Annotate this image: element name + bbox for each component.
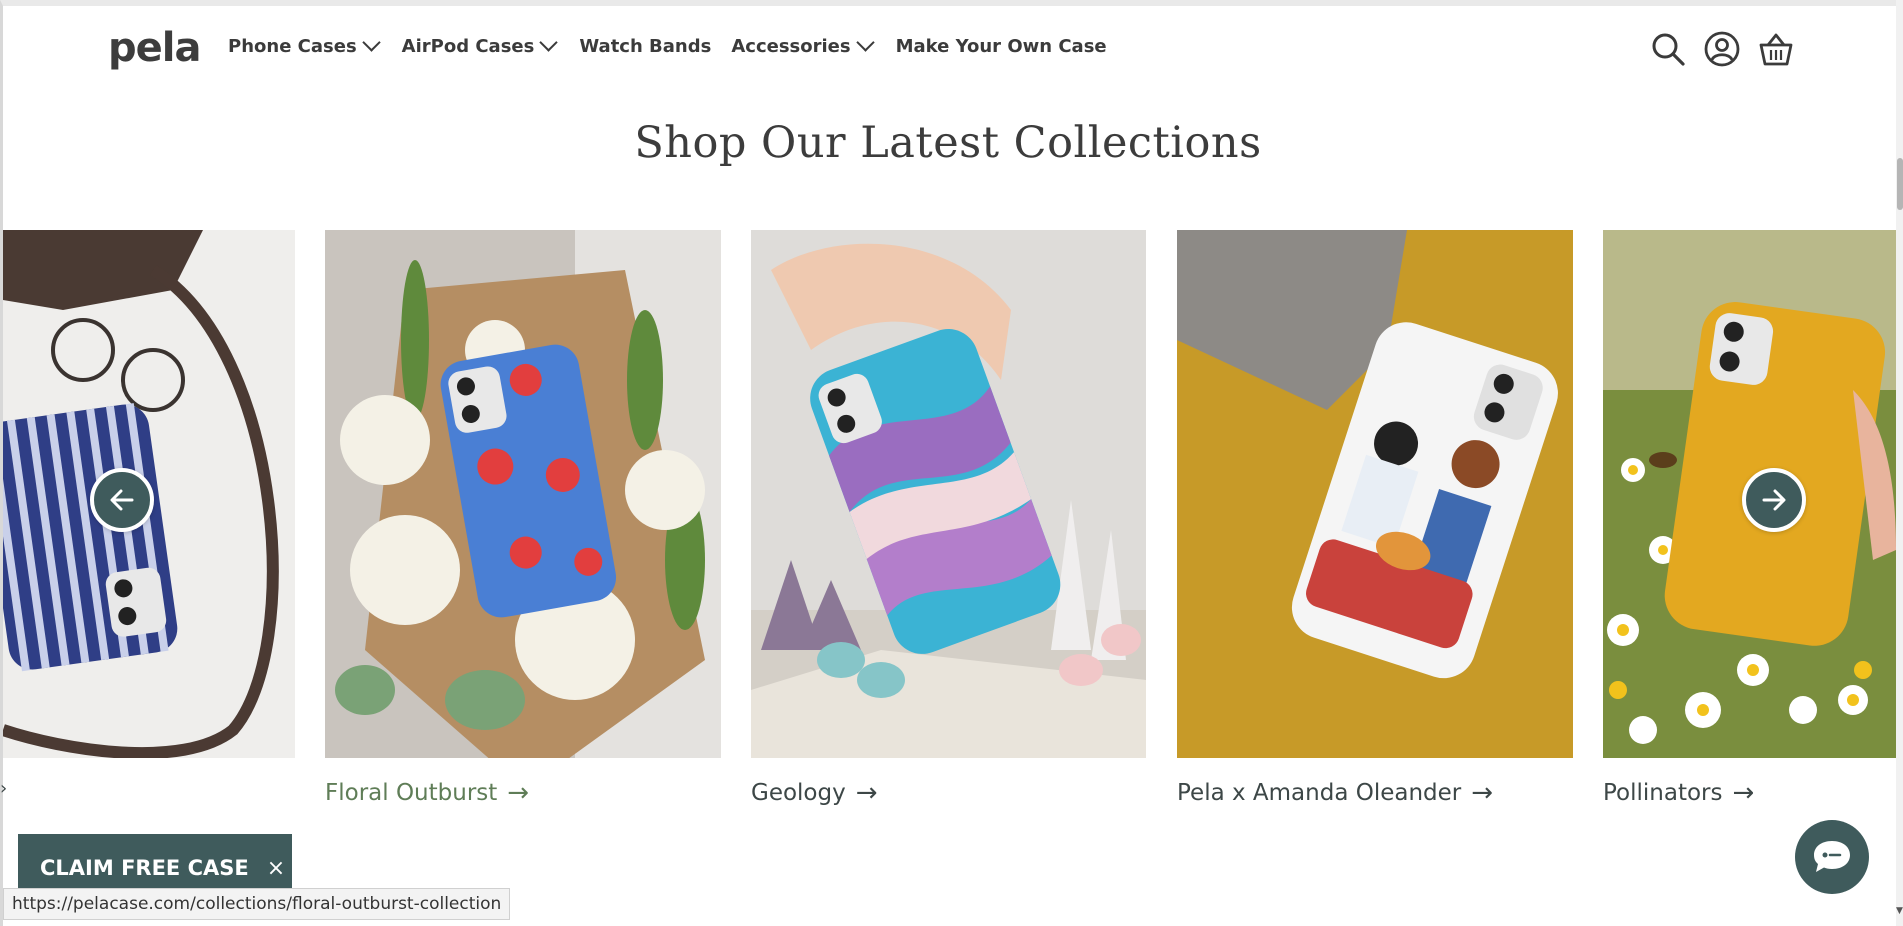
collection-link-geology[interactable]: Geology → bbox=[751, 778, 878, 808]
claim-label: CLAIM FREE CASE bbox=[40, 856, 249, 880]
chat-bubble-icon bbox=[1814, 841, 1850, 872]
collection-image bbox=[325, 230, 721, 758]
arrow-right-icon: → bbox=[1471, 778, 1494, 808]
main-nav: Phone Cases AirPod Cases Watch Bands Acc… bbox=[228, 33, 1127, 57]
site-header: pela Phone Cases AirPod Cases Watch Band… bbox=[0, 6, 1896, 86]
nav-label: AirPod Cases bbox=[401, 36, 535, 57]
nav-accessories[interactable]: Accessories bbox=[731, 33, 875, 57]
collection-card-pela-x-amanda-oleander[interactable] bbox=[1177, 230, 1573, 758]
nav-airpod-cases[interactable]: AirPod Cases bbox=[401, 33, 560, 57]
collection-link-pollinators[interactable]: Pollinators → bbox=[1603, 778, 1754, 808]
collection-label: Floral Outburst bbox=[325, 780, 498, 806]
carousel-prev-button[interactable] bbox=[90, 468, 154, 532]
nav-phone-cases[interactable]: Phone Cases bbox=[228, 33, 382, 57]
section-title: Shop Our Latest Collections bbox=[634, 118, 1262, 168]
chevron-down-icon bbox=[539, 33, 559, 52]
nav-label: Phone Cases bbox=[228, 36, 357, 57]
arrow-right-icon: → bbox=[855, 778, 878, 808]
collection-image bbox=[1177, 230, 1573, 758]
header-icons bbox=[1650, 31, 1812, 67]
arrow-left-icon bbox=[110, 489, 134, 511]
collection-link-floral-outburst[interactable]: Floral Outburst → bbox=[325, 778, 529, 808]
scroll-down-icon[interactable]: ▼ bbox=[1896, 906, 1903, 920]
nav-label: Make Your Own Case bbox=[895, 36, 1107, 57]
collection-label: Geology bbox=[751, 780, 846, 806]
cart-icon[interactable] bbox=[1758, 31, 1794, 67]
collection-link-partial[interactable]: › bbox=[0, 778, 7, 799]
scrollbar-thumb[interactable] bbox=[1897, 158, 1903, 210]
account-icon[interactable] bbox=[1704, 31, 1740, 67]
chevron-down-icon bbox=[361, 33, 381, 52]
nav-label: Watch Bands bbox=[579, 36, 712, 57]
nav-label: Accessories bbox=[731, 36, 851, 57]
carousel-next-button[interactable] bbox=[1742, 468, 1806, 532]
collection-image bbox=[751, 230, 1146, 758]
chat-button[interactable] bbox=[1795, 820, 1869, 894]
arrow-right-icon: › bbox=[0, 778, 8, 799]
nav-watch-bands[interactable]: Watch Bands bbox=[579, 36, 711, 57]
close-icon[interactable]: × bbox=[267, 856, 285, 881]
pela-logo[interactable]: pela bbox=[108, 28, 201, 68]
chevron-down-icon bbox=[855, 33, 875, 52]
browser-status-url: https://pelacase.com/collections/floral-… bbox=[3, 888, 511, 920]
arrow-right-icon bbox=[1762, 489, 1786, 511]
search-icon[interactable] bbox=[1650, 31, 1686, 67]
arrow-right-icon: → bbox=[1732, 778, 1755, 808]
collection-label: Pela x Amanda Oleander bbox=[1177, 780, 1462, 806]
collection-card-floral-outburst[interactable] bbox=[325, 230, 721, 758]
collection-label: Pollinators bbox=[1603, 780, 1723, 806]
collection-card-geology[interactable] bbox=[751, 230, 1146, 758]
collection-link-pela-x-amanda-oleander[interactable]: Pela x Amanda Oleander → bbox=[1177, 778, 1493, 808]
arrow-right-icon: → bbox=[507, 778, 530, 808]
scrollbar-track[interactable] bbox=[1896, 0, 1903, 926]
nav-make-your-own-case[interactable]: Make Your Own Case bbox=[896, 36, 1107, 57]
